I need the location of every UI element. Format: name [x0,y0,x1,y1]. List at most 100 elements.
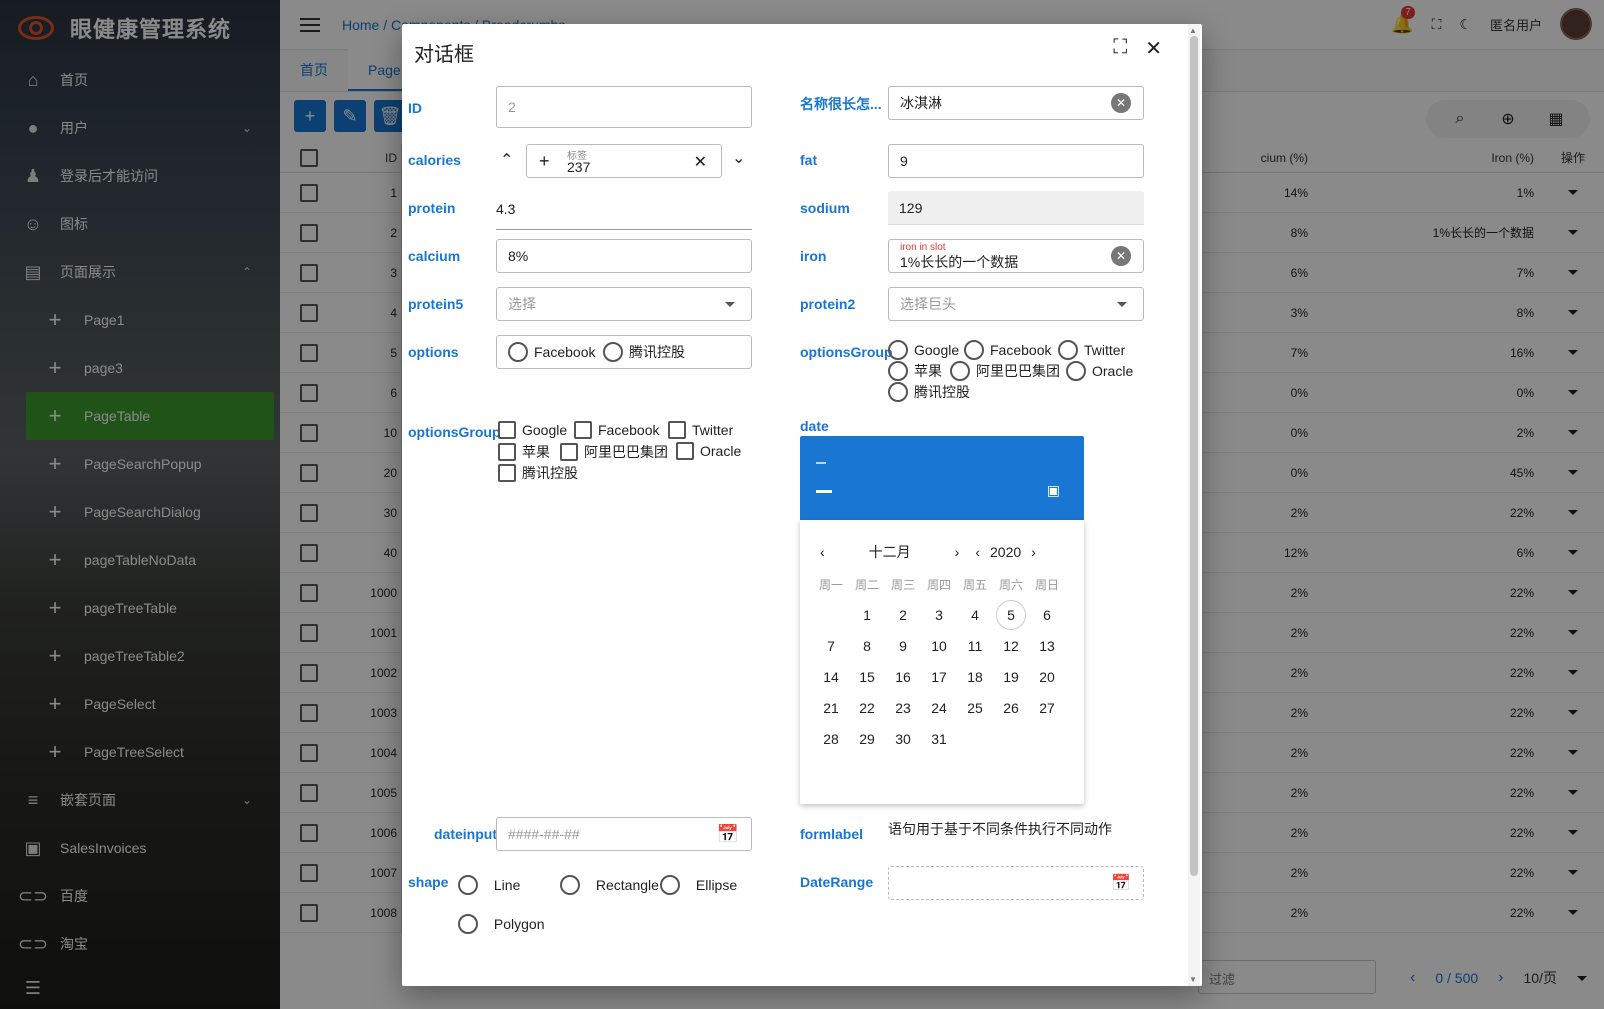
radio-button[interactable] [888,340,908,360]
checkbox[interactable] [498,421,516,439]
radio-button[interactable] [660,875,680,895]
calendar-day[interactable]: 19 [996,662,1026,692]
calories-stepper[interactable]: + 标签 237 ✕ [526,144,722,178]
calendar-day[interactable]: 18 [960,662,990,692]
radio-tencent[interactable]: 腾讯控股 [888,382,970,402]
calendar-day[interactable]: 9 [888,631,918,661]
year-label[interactable]: 2020 [990,544,1021,560]
checkbox[interactable] [676,442,694,460]
calendar-day[interactable]: 5 [996,600,1026,630]
radio-button[interactable] [1066,361,1086,381]
calendar-day[interactable]: 15 [852,662,882,692]
calendar-day[interactable]: 21 [816,693,846,723]
radio-alibaba[interactable]: 阿里巴巴集团 [950,361,1060,381]
calendar-day[interactable]: 23 [888,693,918,723]
daterange-field[interactable]: 📅 [888,866,1144,900]
radio-button[interactable] [888,382,908,402]
fullscreen-icon[interactable]: ⛶ [1113,36,1127,61]
calendar-day[interactable]: 7 [816,631,846,661]
radio-facebook[interactable]: Facebook [964,340,1051,360]
calendar-day[interactable]: 10 [924,631,954,661]
id-field[interactable]: 2 [496,86,752,128]
radio-button[interactable] [508,342,528,362]
calendar-day[interactable]: 12 [996,631,1026,661]
clear-icon[interactable]: ✕ [1111,246,1131,266]
calendar-day[interactable]: 20 [1032,662,1062,692]
shape-line[interactable]: Line [458,875,520,895]
option-facebook[interactable]: Facebook [508,342,595,362]
check-facebook[interactable]: Facebook [574,421,659,439]
checkbox[interactable] [560,443,578,461]
calendar-day[interactable]: 2 [888,600,918,630]
check-alibaba[interactable]: 阿里巴巴集团 [560,442,668,462]
radio-button[interactable] [888,361,908,381]
check-tencent[interactable]: 腾讯控股 [498,463,578,483]
calendar-day[interactable]: 30 [888,724,918,754]
calendar-day[interactable]: 8 [852,631,882,661]
checkbox[interactable] [668,421,686,439]
protein2-select[interactable]: 选择巨头 [888,287,1144,321]
check-twitter[interactable]: Twitter [668,421,733,439]
calendar-day[interactable]: 4 [960,600,990,630]
calendar-icon[interactable]: 📅 [717,824,739,845]
calendar-day[interactable]: 31 [924,724,954,754]
option-tencent[interactable]: 腾讯控股 [603,342,685,362]
check-apple[interactable]: 苹果 [498,442,550,462]
checkbox[interactable] [498,464,516,482]
calendar-day[interactable]: 16 [888,662,918,692]
name-field[interactable]: 冰淇淋 ✕ [888,86,1144,120]
protein5-select[interactable]: 选择 [496,287,752,321]
radio-button[interactable] [560,875,580,895]
radio-oracle[interactable]: Oracle [1066,361,1133,381]
scroll-up-icon[interactable]: ▲ [1189,26,1197,35]
close-icon[interactable]: ✕ [1145,36,1162,61]
next-month-icon[interactable]: › [955,544,960,560]
month-label[interactable]: 十二月 [869,542,911,562]
radio-button[interactable] [950,361,970,381]
calendar-day[interactable]: 26 [996,693,1026,723]
radio-button[interactable] [964,340,984,360]
calendar-day[interactable]: 13 [1032,631,1062,661]
radio-button[interactable] [458,875,478,895]
radio-twitter[interactable]: Twitter [1058,340,1125,360]
calendar-day[interactable]: 1 [852,600,882,630]
dateinput-field[interactable]: ####-##-## 📅 [496,817,752,851]
checkbox[interactable] [574,421,592,439]
calendar-day[interactable]: 28 [816,724,846,754]
shape-rectangle[interactable]: Rectangle [560,875,659,895]
scrollbar-thumb[interactable] [1190,36,1198,876]
prev-year-icon[interactable]: ‹ [975,544,980,560]
plus-icon[interactable]: + [539,151,550,172]
close-icon[interactable]: ✕ [694,152,707,172]
calendar-day[interactable]: 24 [924,693,954,723]
fat-field[interactable]: 9 [888,144,1144,178]
chevron-down-icon[interactable]: ⌄ [732,148,745,168]
calendar-day[interactable]: 3 [924,600,954,630]
calendar-day[interactable]: 6 [1032,600,1062,630]
chevron-up-icon[interactable]: ⌃ [500,150,513,170]
calendar-day[interactable]: 29 [852,724,882,754]
calendar-icon[interactable]: 📅 [1111,873,1131,893]
next-year-icon[interactable]: › [1031,544,1036,560]
check-google[interactable]: Google [498,421,567,439]
sodium-field[interactable]: 129 [888,191,1144,225]
radio-button[interactable] [458,914,478,934]
calendar-icon[interactable]: ▣ [1047,482,1060,499]
check-oracle[interactable]: Oracle [676,442,741,460]
protein-field[interactable]: 4.3 [496,188,752,230]
calendar-day[interactable]: 22 [852,693,882,723]
calendar-day[interactable]: 14 [816,662,846,692]
scroll-down-icon[interactable]: ▼ [1189,975,1197,984]
calcium-field[interactable]: 8% [496,239,752,273]
calendar-day[interactable]: 17 [924,662,954,692]
iron-field[interactable]: iron in slot 1%长长的一个数据 ✕ [888,239,1144,273]
calendar-day[interactable]: 27 [1032,693,1062,723]
shape-polygon[interactable]: Polygon [458,914,544,934]
checkbox[interactable] [498,443,516,461]
calendar-day[interactable]: 11 [960,631,990,661]
shape-ellipse[interactable]: Ellipse [660,875,737,895]
radio-google[interactable]: Google [888,340,959,360]
prev-month-icon[interactable]: ‹ [820,544,825,560]
clear-icon[interactable]: ✕ [1111,93,1131,113]
radio-apple[interactable]: 苹果 [888,361,942,381]
